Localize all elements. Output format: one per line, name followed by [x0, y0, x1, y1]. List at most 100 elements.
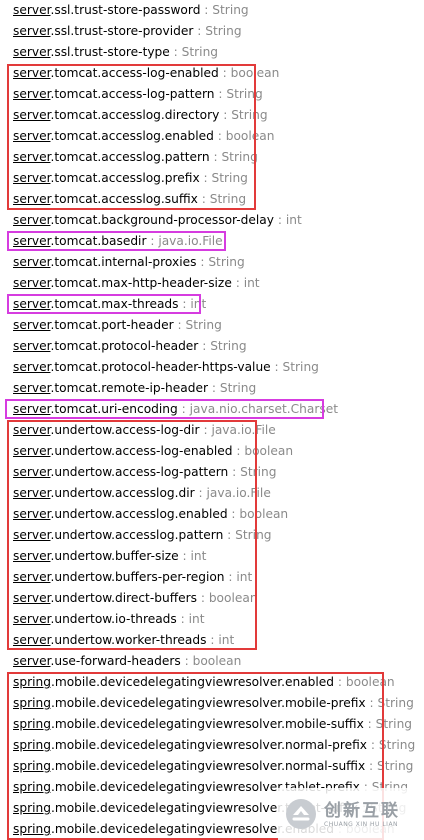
property-type: String: [221, 150, 258, 164]
property-row[interactable]: server.tomcat.accesslog.directory : Stri…: [0, 105, 424, 126]
property-prefix: server: [13, 423, 51, 437]
property-prefix: server: [13, 3, 51, 17]
property-key: server.tomcat.max-threads: [13, 297, 179, 311]
property-name: .undertow.accesslog.pattern: [50, 528, 224, 542]
watermark: 创新互联 CHUANG XIN HU LIAN: [278, 788, 418, 840]
property-prefix: server: [13, 591, 51, 605]
property-prefix: spring: [13, 801, 51, 815]
property-row[interactable]: server.tomcat.max-http-header-size : int: [0, 273, 424, 294]
property-row[interactable]: server.undertow.accesslog.pattern : Stri…: [0, 525, 424, 546]
type-separator: :: [213, 129, 226, 143]
property-name: .tomcat.protocol-header-https-value: [50, 360, 271, 374]
property-row[interactable]: server.tomcat.accesslog.prefix : String: [0, 168, 424, 189]
property-prefix: server: [13, 24, 51, 38]
property-name: .undertow.worker-threads: [50, 633, 207, 647]
property-name: .tomcat.accesslog.enabled: [50, 129, 214, 143]
property-prefix: spring: [13, 822, 51, 836]
type-separator: :: [224, 570, 237, 584]
property-row[interactable]: server.tomcat.access-log-pattern : Strin…: [0, 84, 424, 105]
property-key: server.undertow.access-log-enabled: [13, 444, 232, 458]
property-row[interactable]: server.tomcat.max-threads : int: [0, 294, 424, 315]
property-row[interactable]: server.undertow.buffers-per-region : int: [0, 567, 424, 588]
property-row[interactable]: server.undertow.io-threads : int: [0, 609, 424, 630]
type-separator: :: [180, 654, 193, 668]
property-name: .tomcat.access-log-enabled: [50, 66, 219, 80]
property-key: spring.mobile.devicedelegatingviewresolv…: [13, 675, 334, 689]
property-prefix: server: [13, 402, 51, 416]
property-row[interactable]: server.tomcat.protocol-header-https-valu…: [0, 357, 424, 378]
property-name: .tomcat.internal-proxies: [50, 255, 197, 269]
property-type: int: [285, 213, 302, 227]
type-separator: :: [232, 444, 245, 458]
type-separator: :: [194, 486, 207, 500]
property-type: String: [378, 738, 416, 752]
property-prefix: server: [13, 381, 51, 395]
property-row[interactable]: server.ssl.trust-store-password : String: [0, 0, 424, 21]
property-row[interactable]: server.tomcat.access-log-enabled : boole…: [0, 63, 424, 84]
property-type: int: [236, 570, 253, 584]
property-key: server.undertow.accesslog.dir: [13, 486, 195, 500]
property-key: server.undertow.io-threads: [13, 612, 177, 626]
property-row[interactable]: server.tomcat.internal-proxies : String: [0, 252, 424, 273]
property-name: .tomcat.max-threads: [50, 297, 179, 311]
property-row[interactable]: server.tomcat.basedir : java.io.File: [0, 231, 424, 252]
property-key: server.tomcat.port-header: [13, 318, 174, 332]
property-prefix: server: [13, 507, 51, 521]
property-name: .undertow.buffer-size: [50, 549, 179, 563]
property-key: server.tomcat.uri-encoding: [13, 402, 178, 416]
type-separator: :: [273, 213, 286, 227]
property-key: server.tomcat.protocol-header-https-valu…: [13, 360, 271, 374]
property-name: .tomcat.accesslog.prefix: [50, 171, 200, 185]
property-row[interactable]: server.undertow.buffer-size : int: [0, 546, 424, 567]
property-type: java.nio.charset.Charset: [189, 402, 339, 416]
property-row[interactable]: spring.mobile.devicedelegatingviewresolv…: [0, 672, 424, 693]
property-row[interactable]: server.undertow.access-log-dir : java.io…: [0, 420, 424, 441]
property-type: boolean: [239, 507, 289, 521]
property-row[interactable]: server.undertow.access-log-enabled : boo…: [0, 441, 424, 462]
property-prefix: server: [13, 633, 51, 647]
type-separator: :: [365, 759, 378, 773]
property-row[interactable]: server.ssl.trust-store-type : String: [0, 42, 424, 63]
type-separator: :: [177, 402, 190, 416]
type-separator: :: [197, 192, 210, 206]
property-row[interactable]: server.tomcat.remote-ip-header : String: [0, 378, 424, 399]
property-type: int: [243, 276, 260, 290]
property-row[interactable]: server.ssl.trust-store-provider : String: [0, 21, 424, 42]
property-row[interactable]: server.tomcat.port-header : String: [0, 315, 424, 336]
property-key: spring.mobile.devicedelegatingviewresolv…: [13, 717, 364, 731]
property-row[interactable]: server.use-forward-headers : boolean: [0, 651, 424, 672]
property-row[interactable]: server.tomcat.accesslog.suffix : String: [0, 189, 424, 210]
property-key: server.undertow.access-log-dir: [13, 423, 200, 437]
property-row[interactable]: spring.mobile.devicedelegatingviewresolv…: [0, 693, 424, 714]
property-prefix: server: [13, 360, 51, 374]
property-type: String: [375, 717, 413, 731]
property-type: java.io.File: [211, 423, 276, 437]
property-prefix: server: [13, 234, 51, 248]
property-row[interactable]: spring.mobile.devicedelegatingviewresolv…: [0, 714, 424, 735]
type-separator: :: [227, 507, 240, 521]
property-row[interactable]: server.tomcat.protocol-header : String: [0, 336, 424, 357]
property-row[interactable]: server.undertow.direct-buffers : boolean: [0, 588, 424, 609]
property-prefix: server: [13, 528, 51, 542]
property-prefix: server: [13, 108, 51, 122]
property-type: String: [377, 759, 414, 773]
brand-logo-icon: [286, 799, 316, 829]
type-separator: :: [193, 24, 206, 38]
property-row[interactable]: server.tomcat.uri-encoding : java.nio.ch…: [0, 399, 424, 420]
type-separator: :: [218, 66, 231, 80]
property-name: .ssl.trust-store-provider: [50, 24, 194, 38]
property-prefix: server: [13, 486, 51, 500]
property-row[interactable]: spring.mobile.devicedelegatingviewresolv…: [0, 756, 424, 777]
property-row[interactable]: server.undertow.worker-threads : int: [0, 630, 424, 651]
property-row[interactable]: server.undertow.accesslog.dir : java.io.…: [0, 483, 424, 504]
property-row[interactable]: spring.mobile.devicedelegatingviewresolv…: [0, 735, 424, 756]
property-row[interactable]: server.tomcat.background-processor-delay…: [0, 210, 424, 231]
property-row[interactable]: server.undertow.access-log-pattern : Str…: [0, 462, 424, 483]
property-key: server.tomcat.basedir: [13, 234, 146, 248]
type-separator: :: [169, 45, 182, 59]
property-row[interactable]: server.tomcat.accesslog.enabled : boolea…: [0, 126, 424, 147]
property-row[interactable]: server.tomcat.accesslog.pattern : String: [0, 147, 424, 168]
property-type: String: [226, 87, 263, 101]
property-name: .tomcat.access-log-pattern: [50, 87, 215, 101]
property-row[interactable]: server.undertow.accesslog.enabled : bool…: [0, 504, 424, 525]
